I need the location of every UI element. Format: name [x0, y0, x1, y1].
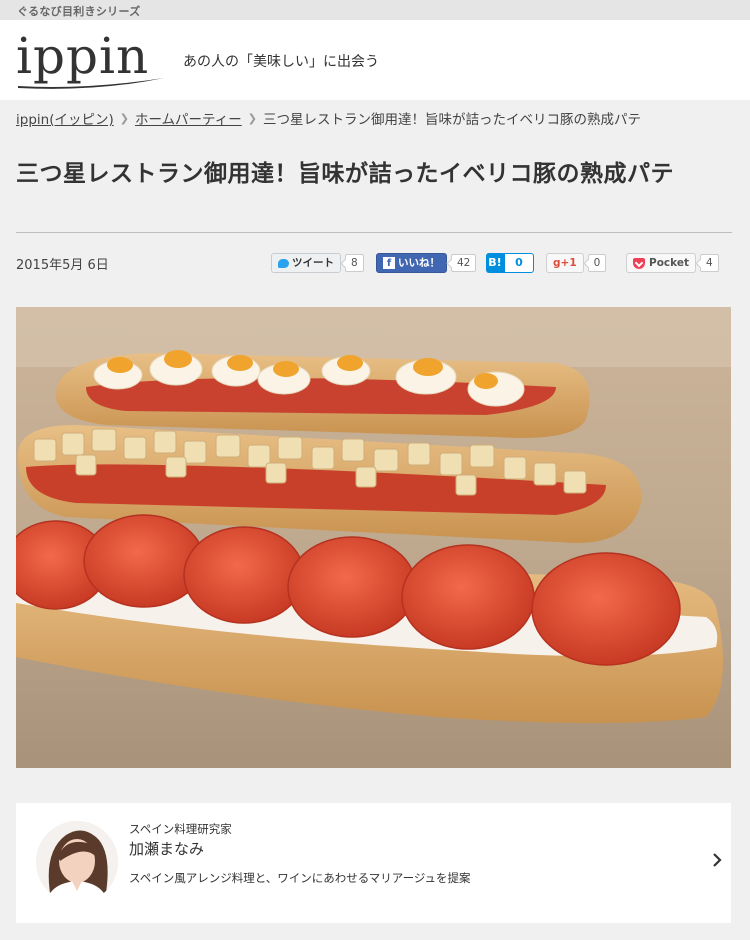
- title-divider: [16, 232, 732, 233]
- tweet-widget: ツイート 8: [271, 252, 364, 274]
- facebook-like-count: 42: [451, 254, 477, 272]
- breadcrumb-current: 三つ星レストラン御用達！旨味が詰ったイベリコ豚の熟成パテ: [262, 112, 641, 128]
- gplus-widget: g+1 0: [546, 252, 607, 274]
- facebook-like-label: いいね！: [398, 257, 440, 269]
- pocket-label: Pocket: [649, 257, 689, 269]
- chevron-right-icon: ❯: [119, 111, 129, 125]
- facebook-like-button[interactable]: f いいね！: [376, 253, 447, 273]
- article-hero-image: [16, 307, 731, 768]
- hatena-bookmark-button[interactable]: B!: [486, 253, 504, 273]
- site-tagline: あの人の「美味しい」に出会う: [183, 54, 379, 70]
- author-avatar: [36, 821, 118, 903]
- pocket-icon: [633, 257, 645, 269]
- hatena-bookmark-count: 0: [504, 253, 534, 273]
- tweet-button[interactable]: ツイート: [271, 253, 341, 273]
- chevron-right-icon: ❯: [247, 111, 257, 125]
- top-bar: ぐるなび目利きシリーズ: [0, 0, 750, 20]
- gplus-button[interactable]: g+1: [546, 253, 584, 273]
- site-header: ippin あの人の「美味しい」に出会う: [0, 20, 750, 100]
- breadcrumb-category[interactable]: ホームパーティー: [135, 112, 242, 128]
- facebook-icon: f: [383, 257, 395, 269]
- author-description: スペイン風アレンジ料理と、ワインにあわせるマリアージュを提案: [129, 871, 471, 885]
- ippin-logo[interactable]: ippin: [16, 28, 168, 94]
- pocket-widget: Pocket 4: [626, 252, 719, 274]
- twitter-bird-icon: [278, 258, 289, 268]
- author-role: スペイン料理研究家: [129, 822, 232, 836]
- logo-swoosh-icon: [18, 78, 164, 89]
- author-portrait-icon: [36, 821, 118, 903]
- tweet-count: 8: [345, 254, 364, 272]
- breadcrumb-home[interactable]: ippin(イッピン): [16, 112, 114, 128]
- tweet-label: ツイート: [292, 257, 334, 269]
- pocket-count: 4: [699, 254, 719, 272]
- facebook-widget: f いいね！ 42: [376, 252, 477, 274]
- article-date: 2015年5月 6日: [16, 258, 109, 273]
- article-title: 三つ星レストラン御用達！旨味が詰ったイベリコ豚の熟成パテ: [16, 161, 674, 187]
- pocket-button[interactable]: Pocket: [626, 253, 696, 273]
- author-name: 加瀬まなみ: [129, 840, 205, 858]
- chevron-right-icon[interactable]: [712, 852, 722, 868]
- author-card[interactable]: スペイン料理研究家 加瀬まなみ スペイン風アレンジ料理と、ワインにあわせるマリア…: [16, 803, 731, 923]
- flatbread-photo-illustration: [16, 307, 731, 768]
- gplus-count: 0: [587, 254, 607, 272]
- hatena-widget: B! 0: [486, 252, 534, 274]
- breadcrumb: ippin(イッピン) ❯ ホームパーティー ❯ 三つ星レストラン御用達！旨味が詰ったイ…: [16, 108, 736, 129]
- series-label: ぐるなび目利きシリーズ: [17, 5, 141, 18]
